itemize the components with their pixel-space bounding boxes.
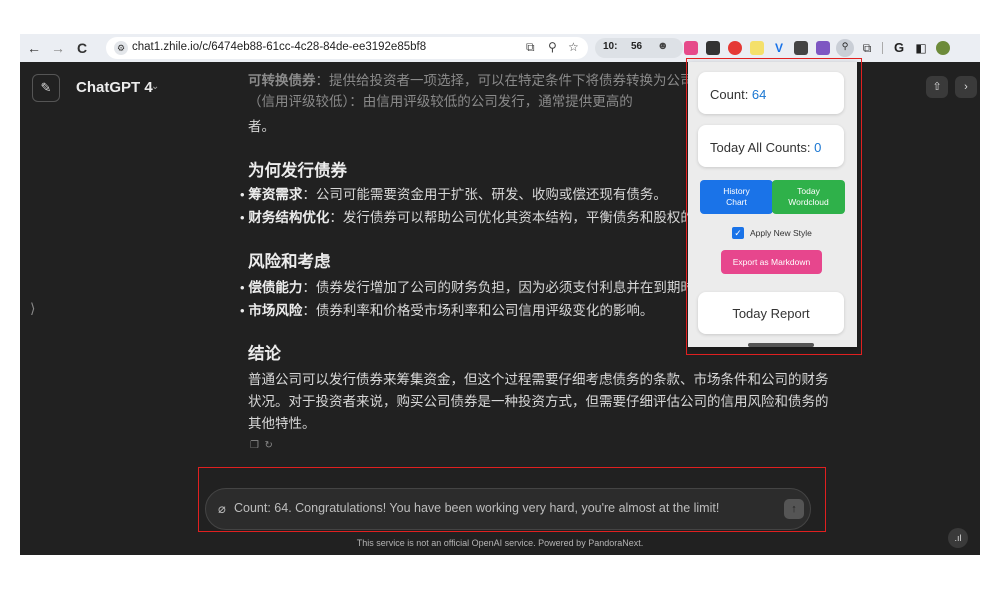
toolbar-divider (882, 42, 883, 54)
heading-conclusion: 结论 (248, 345, 281, 363)
bullet-1: • 筹资需求：公司可能需要资金用于扩张、研发、收购或偿还现有债务。 (240, 187, 667, 202)
bullet-3: • 偿债能力：债券发行增加了公司的财务负担，因为必须支付利息并在到期时偿还 (240, 280, 721, 295)
model-selector[interactable]: ChatGPT 4 (76, 79, 153, 96)
bullet-4: • 市场风险：债券利率和价格受市场利率和公司信用评级变化的影响。 (240, 303, 654, 318)
share-icon[interactable]: ⇧ (926, 76, 948, 98)
url-text[interactable]: chat1.zhile.io/c/6474eb88-61cc-4c28-84de… (132, 41, 426, 53)
regenerate-icon[interactable]: ↻ (265, 440, 273, 451)
bullet-2: • 财务结构优化：发行债券可以帮助公司优化其资本结构，平衡债务和股权的比例 (240, 210, 721, 225)
bullet-2-term: 财务结构优化 (248, 210, 330, 225)
extension-shield-icon[interactable] (816, 41, 830, 55)
conclusion-line-3: 其他特性。 (248, 416, 316, 431)
faded-term-1: 可转换债券 (248, 73, 316, 88)
chevron-down-icon[interactable]: ⌄ (151, 81, 159, 92)
side-panel-icon[interactable]: ◧ (914, 41, 928, 55)
address-bar[interactable]: ⚙ chat1.zhile.io/c/6474eb88-61cc-4c28-84… (106, 37, 588, 59)
extension-search-icon[interactable]: ⚲ (836, 39, 854, 57)
conclusion-line-2: 状况。对于投资者来说，购买公司债券是一种投资方式，但需要仔细评估公司的信用风险和… (248, 394, 829, 409)
heading-why: 为何发行债券 (248, 162, 347, 180)
install-app-icon[interactable]: ⧉ (526, 40, 535, 55)
extension-glasses-icon[interactable] (706, 41, 720, 55)
bullet-4-term: 市场风险 (248, 303, 303, 318)
bullet-4-text: ：债券利率和价格受市场利率和公司信用评级变化的影响。 (302, 303, 654, 318)
bullet-2-text: ：发行债券可以帮助公司优化其资本结构，平衡债务和股权的比例 (329, 210, 721, 225)
faded-line-1: 可转换债券：提供给投资者一项选择，可以在特定条件下将债券转换为公司的股 (248, 70, 721, 91)
profile-avatar[interactable] (936, 41, 950, 55)
faded-text-1: ：提供给投资者一项选择，可以在特定条件下将债券转换为公司的股 (315, 73, 721, 88)
extension-counter[interactable]: 10: 56 ☻ (595, 38, 683, 58)
continued-line: 者。 (248, 119, 275, 134)
copy-icon[interactable]: ❐ (250, 440, 259, 451)
extension-red-icon[interactable] (728, 41, 742, 55)
help-icon[interactable]: .ıl (948, 528, 968, 548)
bookmark-star-icon[interactable]: ☆ (568, 40, 579, 54)
heading-risk: 风险和考虑 (248, 253, 331, 271)
highlight-box-composer (198, 467, 826, 532)
extension-note-icon[interactable] (750, 41, 764, 55)
disclaimer-text: This service is not an official OpenAI s… (356, 538, 644, 548)
google-icon[interactable]: G (892, 41, 906, 55)
forward-icon[interactable]: → (48, 38, 68, 58)
sidebar-toggle-icon[interactable]: ⟩ (30, 300, 35, 317)
conclusion-line-1: 普通公司可以发行债券来筹集资金，但这个过程需要仔细考虑债务的条款、市场条件和公司… (248, 372, 829, 387)
back-icon[interactable]: ← (24, 38, 44, 58)
extension-counter-a: 10: (603, 41, 618, 52)
extension-chart-icon[interactable] (794, 41, 808, 55)
bullet-3-text: ：债券发行增加了公司的财务负担，因为必须支付利息并在到期时偿还 (302, 280, 721, 295)
extension-pink-icon[interactable] (684, 41, 698, 55)
bullet-1-term: 筹资需求 (248, 187, 303, 202)
extension-alien-icon[interactable]: ☻ (657, 40, 669, 52)
more-icon[interactable]: › (955, 76, 977, 98)
bullet-3-term: 偿债能力 (248, 280, 303, 295)
new-chat-icon[interactable]: ✎ (32, 74, 60, 102)
message-actions: ❐ ↻ (250, 440, 273, 451)
zoom-icon[interactable]: ⚲ (548, 40, 557, 54)
site-info-icon[interactable]: ⚙ (114, 41, 128, 55)
reload-icon[interactable]: C (72, 38, 92, 58)
faded-text-2: （信用评级较低）：由信用评级较低的公司发行，通常提供更高的 (248, 94, 633, 109)
extension-counter-b: 56 (631, 41, 643, 52)
extensions-puzzle-icon[interactable]: ⧉ (860, 41, 874, 55)
extension-v-icon[interactable]: V (772, 41, 786, 55)
faded-line-2: （信用评级较低）：由信用评级较低的公司发行，通常提供更高的 (248, 91, 633, 112)
highlight-box-popup (686, 58, 862, 355)
bullet-1-text: ：公司可能需要资金用于扩张、研发、收购或偿还现有债务。 (302, 187, 667, 202)
